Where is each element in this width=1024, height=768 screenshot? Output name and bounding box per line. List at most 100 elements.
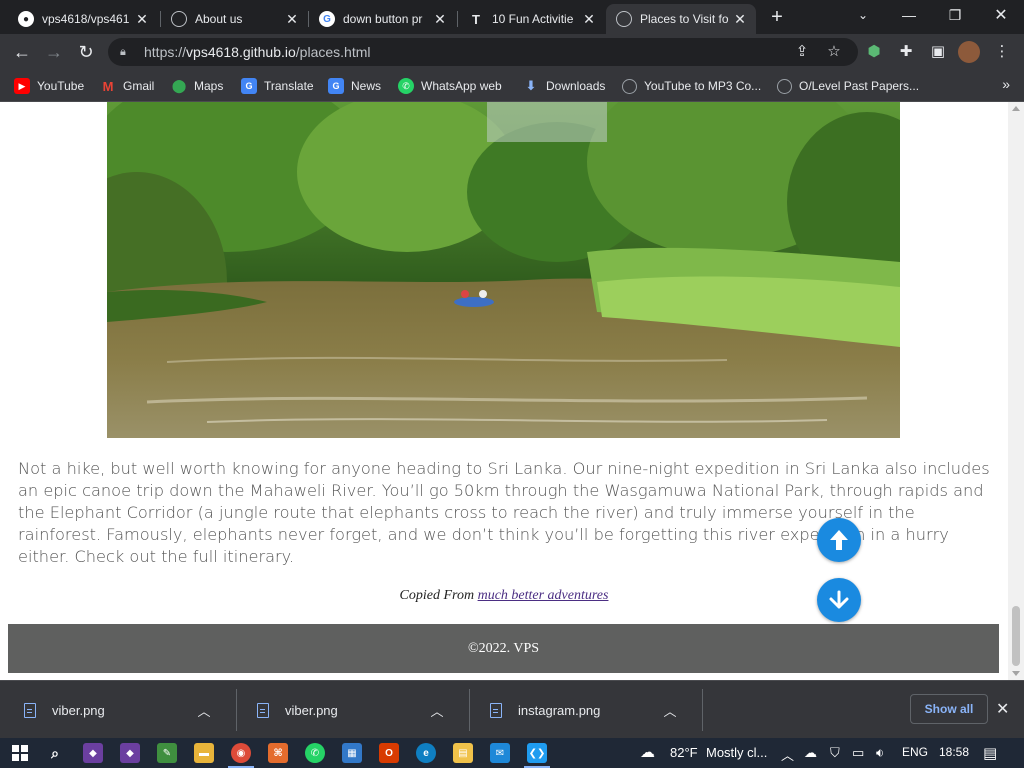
security-icon[interactable]: ⛉ bbox=[830, 745, 840, 761]
reload-icon[interactable]: ↻ bbox=[72, 38, 100, 66]
bookmark-whatsapp[interactable]: ✆ WhatsApp web bbox=[398, 76, 502, 96]
tab-about-us[interactable]: About us ✕ bbox=[161, 4, 308, 34]
bookmark-star-icon[interactable]: ☆ bbox=[824, 42, 844, 62]
app-icon[interactable]: ✎ bbox=[157, 743, 177, 763]
edge-icon[interactable]: e bbox=[416, 743, 436, 763]
restore-icon[interactable]: ❐ bbox=[932, 0, 978, 30]
scroll-up-button[interactable] bbox=[817, 518, 861, 562]
tab-places-to-visit[interactable]: Places to Visit fo ✕ bbox=[606, 4, 756, 34]
close-shelf-icon[interactable]: ✕ bbox=[996, 699, 1009, 719]
tab-down-button[interactable]: G down button pr ✕ bbox=[309, 4, 456, 34]
chevron-up-icon[interactable]: ︿ bbox=[427, 701, 447, 720]
windows-start-icon[interactable] bbox=[10, 743, 30, 763]
bookmark-gmail[interactable]: M Gmail bbox=[100, 76, 155, 96]
bookmark-translate[interactable]: G Translate bbox=[241, 76, 314, 96]
show-all-downloads-button[interactable]: Show all bbox=[910, 694, 988, 724]
scroll-down-button[interactable] bbox=[817, 578, 861, 622]
office-icon[interactable]: O bbox=[379, 743, 399, 763]
chevron-up-icon[interactable]: ︿ bbox=[660, 701, 680, 720]
tab-title: down button pr bbox=[343, 12, 423, 26]
visual-studio-icon[interactable]: ◆ bbox=[83, 743, 103, 763]
bookmark-youtube-mp3[interactable]: YouTube to MP3 Co... bbox=[622, 76, 761, 96]
bookmark-youtube[interactable]: ▶ YouTube bbox=[14, 76, 84, 96]
app-icon[interactable]: ▦ bbox=[342, 743, 362, 763]
windows-logo bbox=[12, 745, 28, 761]
menu-kebab-icon[interactable]: ⋮ bbox=[992, 42, 1012, 62]
close-icon[interactable]: ✕ bbox=[134, 11, 150, 28]
app-icon[interactable]: ⌘ bbox=[268, 743, 288, 763]
network-icon[interactable]: ▭ bbox=[852, 745, 864, 761]
store-icon[interactable]: ▤ bbox=[453, 743, 473, 763]
bookmark-news[interactable]: G News bbox=[328, 76, 381, 96]
file-icon bbox=[24, 702, 36, 718]
close-icon[interactable]: ✕ bbox=[284, 11, 300, 28]
chevron-up-icon[interactable]: ︿ bbox=[781, 745, 794, 764]
url-scheme: https:// bbox=[144, 44, 187, 60]
weather-temperature[interactable]: 82°F bbox=[670, 745, 698, 760]
arrow-up-icon bbox=[830, 530, 848, 550]
bookmark-label: YouTube bbox=[37, 79, 85, 93]
close-icon[interactable]: ✕ bbox=[581, 11, 597, 28]
close-icon[interactable]: ✕ bbox=[432, 11, 448, 28]
clock-time[interactable]: 18:58 bbox=[939, 745, 969, 759]
tab-github[interactable]: ● vps4618/vps461 ✕ bbox=[8, 4, 158, 34]
windows-taskbar: ⌕ ◆ ◆ ✎ ▬ ◉ ⌘ ✆ ▦ O e ▤ ✉ ❮❯ ☁ 82°F Most… bbox=[0, 738, 1024, 768]
window-close-icon[interactable]: ✕ bbox=[978, 0, 1024, 30]
volume-icon[interactable]: 🔉︎ bbox=[876, 745, 884, 761]
download-item[interactable]: instagram.png ︿ bbox=[466, 689, 698, 731]
bookmark-label: Translate bbox=[264, 79, 314, 93]
browser-toolbar: ← → ↻ 🔒︎ https://vps4618.github.io/place… bbox=[0, 34, 1024, 70]
new-tab-button[interactable]: + bbox=[766, 6, 788, 28]
profile-avatar[interactable] bbox=[958, 41, 980, 63]
file-explorer-icon[interactable]: ▬ bbox=[194, 743, 214, 763]
close-icon[interactable]: ✕ bbox=[732, 11, 748, 28]
scrollbar-thumb[interactable] bbox=[1012, 606, 1020, 666]
extensions-puzzle-icon[interactable]: ✚ bbox=[896, 42, 916, 62]
page-viewport: Not a hike, but well worth knowing for a… bbox=[0, 102, 1008, 680]
share-icon[interactable]: ⇪ bbox=[792, 42, 812, 62]
vscode-icon[interactable]: ❮❯ bbox=[527, 743, 547, 763]
bookmark-maps[interactable]: ⬤ Maps bbox=[171, 76, 224, 96]
url-host: vps4618.github.io bbox=[186, 44, 296, 60]
fun-site-icon: T bbox=[472, 11, 480, 27]
mail-icon[interactable]: ✉ bbox=[490, 743, 510, 763]
minimize-icon[interactable]: — bbox=[886, 0, 932, 30]
globe-icon bbox=[777, 78, 792, 94]
address-bar[interactable]: 🔒︎ https://vps4618.github.io/places.html bbox=[108, 38, 858, 66]
scroll-arrow-up-icon[interactable] bbox=[1012, 106, 1020, 111]
tab-title: About us bbox=[195, 12, 243, 26]
download-filename: viber.png bbox=[285, 702, 338, 718]
cloud-sync-icon[interactable]: ☁ bbox=[804, 745, 817, 761]
bookmarks-bar: ▶ YouTube M Gmail ⬤ Maps G Translate G N… bbox=[0, 70, 1024, 102]
tab-fun-activities[interactable]: T 10 Fun Activitie ✕ bbox=[458, 4, 605, 34]
search-icon[interactable]: ⌕ bbox=[45, 743, 65, 763]
chevron-double-right-icon[interactable]: » bbox=[1002, 76, 1010, 92]
bookmark-downloads[interactable]: ⬇ Downloads bbox=[523, 76, 606, 96]
forward-icon[interactable]: → bbox=[40, 38, 68, 66]
download-filename: viber.png bbox=[52, 702, 105, 718]
chrome-icon[interactable]: ◉ bbox=[231, 743, 251, 763]
bookmark-olevel[interactable]: O/Level Past Papers... bbox=[777, 76, 919, 96]
bookmark-label: Downloads bbox=[546, 79, 606, 93]
whatsapp-icon[interactable]: ✆ bbox=[305, 743, 325, 763]
input-language[interactable]: ENG bbox=[902, 745, 928, 759]
google-icon: G bbox=[319, 11, 335, 27]
back-icon[interactable]: ← bbox=[8, 38, 36, 66]
download-item[interactable]: viber.png ︿ bbox=[233, 689, 465, 731]
weather-description[interactable]: Mostly cl... bbox=[706, 745, 767, 760]
page-scrollbar[interactable] bbox=[1008, 102, 1024, 680]
tab-search-icon[interactable]: ⌄ bbox=[840, 0, 886, 30]
notifications-icon[interactable]: ▤ bbox=[983, 744, 997, 762]
download-item[interactable]: viber.png ︿ bbox=[0, 689, 232, 731]
scroll-arrow-down-icon[interactable] bbox=[1012, 671, 1020, 676]
lock-icon: 🔒︎ bbox=[120, 45, 126, 58]
weather-cloud-icon[interactable]: ☁ bbox=[640, 743, 655, 761]
side-panel-icon[interactable]: ▣ bbox=[928, 42, 948, 62]
extension-icon[interactable]: ⬢ bbox=[864, 42, 884, 62]
credit-link[interactable]: much better adventures bbox=[478, 588, 609, 603]
globe-icon bbox=[171, 11, 187, 27]
bookmark-label: O/Level Past Papers... bbox=[799, 79, 920, 93]
copyright-text: ©2022. VPS bbox=[467, 640, 540, 656]
visual-studio-2-icon[interactable]: ◆ bbox=[120, 743, 140, 763]
chevron-up-icon[interactable]: ︿ bbox=[194, 701, 214, 720]
